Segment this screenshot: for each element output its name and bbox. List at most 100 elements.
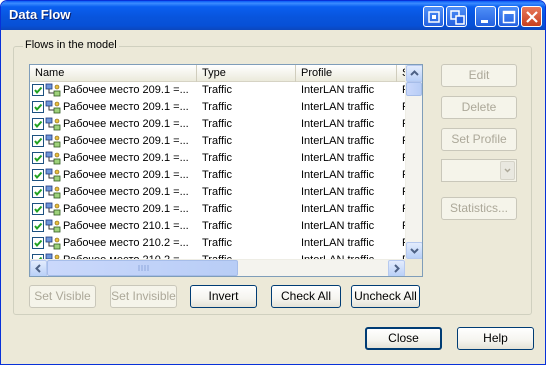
row-profile: InterLAN traffic <box>301 135 375 147</box>
row-name: Рабочее место 209.1 =... <box>63 203 189 215</box>
row-name: Рабочее место 209.1 =... <box>63 84 189 96</box>
row-profile: InterLAN traffic <box>301 101 375 113</box>
row-checkbox[interactable] <box>32 84 44 96</box>
list-header: Name Type Profile S <box>30 65 417 82</box>
row-name: Рабочее место 210.2 =... <box>63 237 189 249</box>
row-checkbox[interactable] <box>32 118 44 130</box>
horizontal-scrollbar[interactable] <box>30 259 406 276</box>
row-name: Рабочее место 209.1 =... <box>63 186 189 198</box>
list-rows: Рабочее место 209.1 =... Traffic InterLAN … <box>30 82 406 259</box>
restore-small-icon[interactable] <box>423 6 444 27</box>
row-name: Рабочее место 209.1 =... <box>63 101 189 113</box>
row-checkbox[interactable] <box>32 203 44 215</box>
uncheck-all-button[interactable]: Uncheck All <box>351 285 420 308</box>
row-name: Рабочее место 209.1 =... <box>63 169 189 181</box>
network-flow-icon <box>45 236 61 250</box>
row-checkbox[interactable] <box>32 237 44 249</box>
row-checkbox[interactable] <box>32 152 44 164</box>
list-item[interactable]: Рабочее место 210.1 =... Traffic InterLAN … <box>30 218 406 235</box>
row-profile: InterLAN traffic <box>301 252 395 259</box>
tile-icon[interactable] <box>446 6 467 27</box>
list-item[interactable]: Рабочее место 210.2 =... Traffic InterLAN … <box>30 252 406 259</box>
network-flow-icon <box>45 202 61 216</box>
row-profile: InterLAN traffic <box>301 220 375 232</box>
horizontal-scroll-thumb[interactable] <box>47 260 238 276</box>
scrollbar-corner <box>405 259 422 276</box>
row-profile: InterLAN traffic <box>301 186 375 198</box>
set-invisible-button[interactable]: Set Invisible <box>110 285 177 308</box>
row-checkbox[interactable] <box>32 169 44 181</box>
row-profile: InterLAN traffic <box>301 152 375 164</box>
scroll-left-button[interactable] <box>30 260 47 276</box>
set-visible-button[interactable]: Set Visible <box>29 285 96 308</box>
network-flow-icon <box>45 117 61 131</box>
row-type: Traffic <box>202 237 232 249</box>
row-checkbox[interactable] <box>32 135 44 147</box>
list-item[interactable]: Рабочее место 210.2 =... Traffic InterLAN … <box>30 235 406 252</box>
row-name: Рабочее место 209.1 =... <box>63 118 189 130</box>
row-type: Traffic <box>202 118 232 130</box>
list-item[interactable]: Рабочее место 209.1 =... Traffic InterLAN … <box>30 116 406 133</box>
row-type: Traffic <box>202 186 232 198</box>
list-item[interactable]: Рабочее место 209.1 =... Traffic InterLAN … <box>30 133 406 150</box>
list-item[interactable]: Рабочее место 209.1 =... Traffic InterLAN … <box>30 99 406 116</box>
network-flow-icon <box>45 83 61 97</box>
close-icon[interactable] <box>521 6 542 27</box>
column-header-profile[interactable]: Profile <box>296 65 397 82</box>
list-item[interactable]: Рабочее место 209.1 =... Traffic InterLAN … <box>30 184 406 201</box>
close-button[interactable]: Close <box>365 327 442 350</box>
statistics-button[interactable]: Statistics... <box>441 197 517 220</box>
row-profile: InterLAN traffic <box>301 237 375 249</box>
scroll-down-button[interactable] <box>406 242 422 259</box>
row-checkbox[interactable] <box>32 220 44 232</box>
row-type: Traffic <box>202 135 232 147</box>
row-checkbox[interactable] <box>32 186 44 198</box>
scroll-right-button[interactable] <box>388 260 405 276</box>
column-header-name[interactable]: Name <box>30 65 197 82</box>
delete-button[interactable]: Delete <box>441 96 517 119</box>
maximize-icon[interactable] <box>498 6 519 27</box>
title-bar[interactable]: Data Flow <box>1 1 545 30</box>
list-item[interactable]: Рабочее место 209.1 =... Traffic InterLAN … <box>30 150 406 167</box>
row-type: Traffic <box>202 84 232 96</box>
list-item[interactable]: Рабочее место 209.1 =... Traffic InterLAN … <box>30 201 406 218</box>
column-header-type[interactable]: Type <box>197 65 296 82</box>
help-button[interactable]: Help <box>457 327 534 350</box>
row-name: Рабочее место 209.1 =... <box>63 152 189 164</box>
row-type: Traffic <box>202 203 232 215</box>
vertical-scrollbar[interactable] <box>405 65 422 259</box>
list-item[interactable]: Рабочее место 209.1 =... Traffic InterLAN … <box>30 82 406 99</box>
row-profile: InterLAN traffic <box>301 169 375 181</box>
check-all-button[interactable]: Check All <box>271 285 341 308</box>
row-name: Рабочее место 210.1 =... <box>63 220 189 232</box>
chevron-down-icon[interactable] <box>500 161 515 180</box>
row-type: Traffic <box>202 152 232 164</box>
profile-combobox[interactable] <box>441 159 517 182</box>
minimize-icon[interactable] <box>475 6 496 27</box>
list-item[interactable]: Рабочее место 209.1 =... Traffic InterLAN … <box>30 167 406 184</box>
network-flow-icon <box>45 134 61 148</box>
row-type: Traffic <box>202 169 232 181</box>
vertical-scroll-thumb[interactable] <box>406 82 422 96</box>
set-profile-button[interactable]: Set Profile <box>441 128 517 151</box>
flows-list[interactable]: Name Type Profile S Рабочее место 209.1 … <box>29 64 423 277</box>
network-flow-icon <box>45 151 61 165</box>
data-flow-window: Data Flow Flows in the model Name Type P… <box>0 0 546 365</box>
network-flow-icon <box>45 100 61 114</box>
row-name: Рабочее место 210.2 =... <box>63 252 195 259</box>
window-title: Data Flow <box>9 7 71 22</box>
row-profile: InterLAN traffic <box>301 118 375 130</box>
row-name: Рабочее место 209.1 =... <box>63 135 189 147</box>
row-profile: InterLAN traffic <box>301 203 375 215</box>
row-type: Traffic <box>202 101 232 113</box>
edit-button[interactable]: Edit <box>441 64 517 87</box>
row-type: Traffic <box>202 252 294 259</box>
invert-button[interactable]: Invert <box>190 285 257 308</box>
scroll-up-button[interactable] <box>406 65 422 82</box>
network-flow-icon <box>45 219 61 233</box>
row-checkbox[interactable] <box>32 101 44 113</box>
network-flow-icon <box>45 168 61 182</box>
row-profile: InterLAN traffic <box>301 84 375 96</box>
flows-group-label: Flows in the model <box>23 39 119 51</box>
network-flow-icon <box>45 185 61 199</box>
